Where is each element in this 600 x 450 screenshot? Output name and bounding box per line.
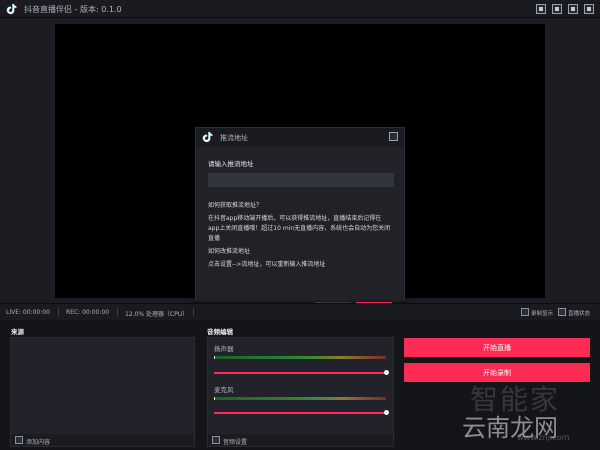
help-text: 如何获取推流地址？ 在抖音app移动端开播后，可以获得推流地址，直播结束后记得在…: [208, 201, 392, 270]
change-body: 点击设置-->流地址，可以重新输入推流地址: [208, 261, 326, 268]
sources-footer: 添加内容: [11, 434, 194, 446]
stream-url-label: 请输入推流地址: [208, 160, 254, 168]
cpu-usage: 12.0% 处理器（CPU）: [125, 311, 189, 318]
start-live-button[interactable]: 开始直播: [404, 338, 590, 357]
audio-settings-icon[interactable]: [212, 436, 220, 444]
mic-level-meter: [214, 397, 386, 400]
change-heading: 如何改推流地址: [208, 248, 251, 255]
settings-icon[interactable]: [536, 4, 546, 14]
stream-url-input[interactable]: [208, 173, 394, 187]
help-heading: 如何获取推流地址？: [208, 202, 263, 209]
dialog-body: 请输入推流地址 如何获取推流地址？ 在抖音app移动端开播后，可以获得推流地址，…: [196, 146, 404, 270]
divider: [193, 308, 194, 316]
maximize-icon[interactable]: [568, 4, 578, 14]
show-recording-checkbox[interactable]: [521, 308, 529, 316]
divider: [58, 308, 59, 316]
minimize-icon[interactable]: [552, 4, 562, 14]
add-icon[interactable]: [15, 436, 23, 444]
add-content-button[interactable]: 添加内容: [26, 437, 50, 446]
audio-mixer: 扬声器 麦克风 音频设置: [207, 337, 394, 447]
help-body: 在抖音app移动端开播后，可以获得推流地址，直播结束后记得在app上关闭直播哦！…: [208, 215, 391, 242]
close-icon[interactable]: [584, 4, 594, 14]
mic-label: 麦克风: [214, 386, 234, 394]
audio-footer: 音频设置: [208, 434, 393, 446]
mic-level-tick: [214, 397, 215, 400]
mic-volume-handle[interactable]: [383, 410, 389, 415]
divider: [117, 308, 118, 316]
mic-volume-slider[interactable]: [214, 412, 386, 414]
sources-title: 来源: [11, 328, 24, 336]
audio-title: 音频编辑: [207, 328, 233, 336]
speaker-label: 扬声器: [214, 345, 234, 353]
rec-timer: REC: 00:00:00: [66, 309, 110, 316]
speaker-level-tick: [214, 356, 215, 359]
dialog-header: 推流地址: [196, 128, 404, 146]
live-status-label: 直播状态: [568, 311, 591, 317]
sources-list[interactable]: 添加内容: [10, 337, 195, 447]
audio-settings-button[interactable]: 音频设置: [223, 437, 247, 446]
show-recording-label: 录制显示: [531, 311, 554, 317]
stream-url-dialog: 推流地址 请输入推流地址 如何获取推流地址？ 在抖音app移动端开播后，可以获得…: [195, 127, 405, 320]
window-title: 抖音直播伴侣 - 版本: 0.1.0: [24, 5, 122, 14]
title-bar: 抖音直播伴侣 - 版本: 0.1.0: [0, 0, 600, 18]
status-bar: LIVE: 00:00:00 REC: 00:00:00 12.0% 处理器（C…: [0, 303, 600, 320]
live-timer: LIVE: 00:00:00: [6, 309, 50, 316]
tiktok-logo-icon: [6, 3, 17, 15]
tiktok-logo-icon: [202, 131, 213, 143]
window-controls: [536, 4, 594, 14]
speaker-volume-handle[interactable]: [383, 370, 389, 375]
speaker-level-meter: [214, 356, 386, 359]
close-icon[interactable]: [389, 132, 398, 141]
watermark-url: www.znj.com: [517, 433, 570, 442]
dialog-title: 推流地址: [220, 134, 248, 142]
speaker-volume-slider[interactable]: [214, 372, 386, 374]
live-status-checkbox[interactable]: [558, 308, 566, 316]
